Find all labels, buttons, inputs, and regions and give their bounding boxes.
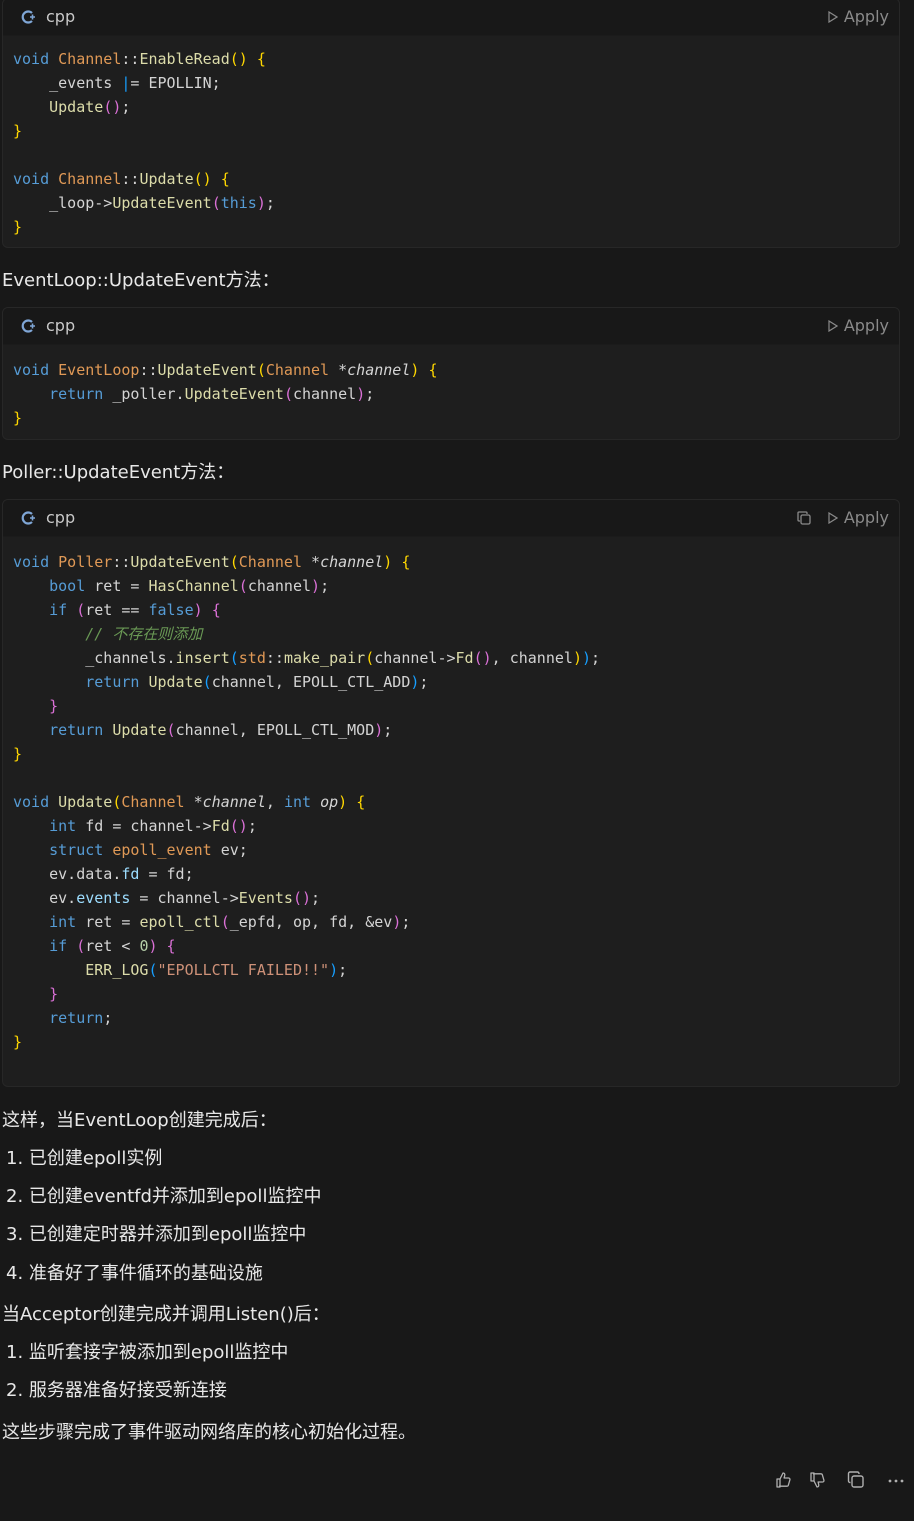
code-block-2: cpp Apply void EventLoop::UpdateEvent(Ch…	[2, 307, 900, 440]
cpp-language-icon	[21, 319, 35, 333]
code-language-label: cpp	[46, 508, 76, 527]
code-line: void Poller::UpdateEvent(Channel *channe…	[13, 553, 411, 571]
code-line: bool ret = HasChannel(channel);	[49, 577, 330, 595]
list-item: 4. 准备好了事件循环的基础设施	[6, 1263, 263, 1284]
apply-button[interactable]: Apply	[828, 7, 889, 26]
code-content: void Poller::UpdateEvent(Channel *channe…	[3, 550, 600, 1054]
code-line: ev.events = channel->Events();	[13, 889, 321, 907]
code-block-header: cpp Apply	[3, 0, 899, 36]
cpp-language-icon	[21, 10, 35, 24]
code-line: void EventLoop::UpdateEvent(Channel *cha…	[13, 361, 438, 379]
code-block-header: cpp Apply	[3, 308, 899, 345]
apply-button[interactable]: Apply	[828, 508, 889, 527]
code-line: struct epoll_event ev;	[49, 841, 248, 859]
heading-poller-updateevent: Poller::UpdateEvent方法：	[2, 462, 235, 483]
play-icon	[828, 511, 838, 524]
list-item: 1. 已创建epoll实例	[6, 1148, 163, 1169]
apply-label: Apply	[843, 316, 889, 335]
apply-button[interactable]: Apply	[828, 316, 889, 335]
summary-intro-1: 这样，当EventLoop创建完成后：	[2, 1110, 277, 1131]
code-line: void Channel::EnableRead() {	[13, 50, 266, 68]
code-line: int fd = channel->Fd();	[49, 817, 257, 835]
list-item: 3. 已创建定时器并添加到epoll监控中	[6, 1224, 307, 1245]
code-line: _events |= EPOLLIN;	[13, 74, 221, 92]
code-line: }	[49, 697, 59, 715]
list-item: 2. 已创建eventfd并添加到epoll监控中	[6, 1186, 322, 1207]
thumbs-down-icon[interactable]	[808, 1470, 828, 1490]
summary-conclusion: 这些步骤完成了事件驱动网络库的核心初始化过程。	[2, 1422, 416, 1443]
code-language-label: cpp	[46, 316, 76, 335]
code-line: }	[13, 409, 23, 427]
more-icon[interactable]	[886, 1470, 906, 1490]
code-block-header: cpp Apply	[3, 500, 899, 537]
code-line: int ret = epoll_ctl(_epfd, op, fd, &ev);	[49, 913, 411, 931]
code-block-3: cpp Apply void Poller::UpdateEvent(Chann…	[2, 499, 900, 1087]
code-line: }	[13, 1033, 23, 1051]
list-item: 1. 监听套接字被添加到epoll监控中	[6, 1342, 289, 1363]
message-actions	[714, 1470, 914, 1494]
thumbs-up-icon[interactable]	[774, 1470, 794, 1490]
code-line: return;	[49, 1009, 113, 1027]
code-content: void Channel::EnableRead() { _events |= …	[3, 47, 275, 239]
copy-icon[interactable]	[846, 1470, 866, 1490]
copy-code-icon[interactable]	[797, 511, 811, 525]
code-line: }	[49, 985, 59, 1003]
code-line: }	[13, 122, 23, 140]
code-line: return Update(channel, EPOLL_CTL_MOD);	[49, 721, 393, 739]
play-icon	[828, 10, 838, 23]
code-line: return Update(channel, EPOLL_CTL_ADD);	[85, 673, 429, 691]
heading-eventloop-updateevent: EventLoop::UpdateEvent方法：	[2, 270, 280, 291]
cpp-language-icon	[21, 511, 35, 525]
code-line: ev.data.fd = fd;	[13, 865, 194, 883]
apply-label: Apply	[843, 7, 889, 26]
code-line: if (ret < 0) {	[49, 937, 176, 955]
code-block-1: cpp Apply void Channel::EnableRead() { _…	[2, 0, 900, 248]
code-line: // 不存在则添加	[85, 625, 203, 643]
code-line: void Update(Channel *channel, int op) {	[13, 793, 366, 811]
apply-label: Apply	[843, 508, 889, 527]
code-line: }	[13, 218, 23, 236]
code-line: _channels.insert(std::make_pair(channel-…	[13, 649, 601, 667]
code-content: void EventLoop::UpdateEvent(Channel *cha…	[3, 358, 437, 430]
code-line: ERR_LOG("EPOLLCTL FAILED!!");	[85, 961, 348, 979]
code-line: _loop->UpdateEvent(this);	[13, 194, 275, 212]
code-line: Update();	[49, 98, 131, 116]
code-line: return _poller.UpdateEvent(channel);	[49, 385, 375, 403]
play-icon	[828, 319, 838, 332]
list-item: 2. 服务器准备好接受新连接	[6, 1380, 227, 1401]
code-line: }	[13, 745, 23, 763]
summary-intro-2: 当Acceptor创建完成并调用Listen()后：	[2, 1304, 330, 1325]
code-language-label: cpp	[46, 7, 76, 26]
code-line: void Channel::Update() {	[13, 170, 230, 188]
code-line: if (ret == false) {	[49, 601, 221, 619]
